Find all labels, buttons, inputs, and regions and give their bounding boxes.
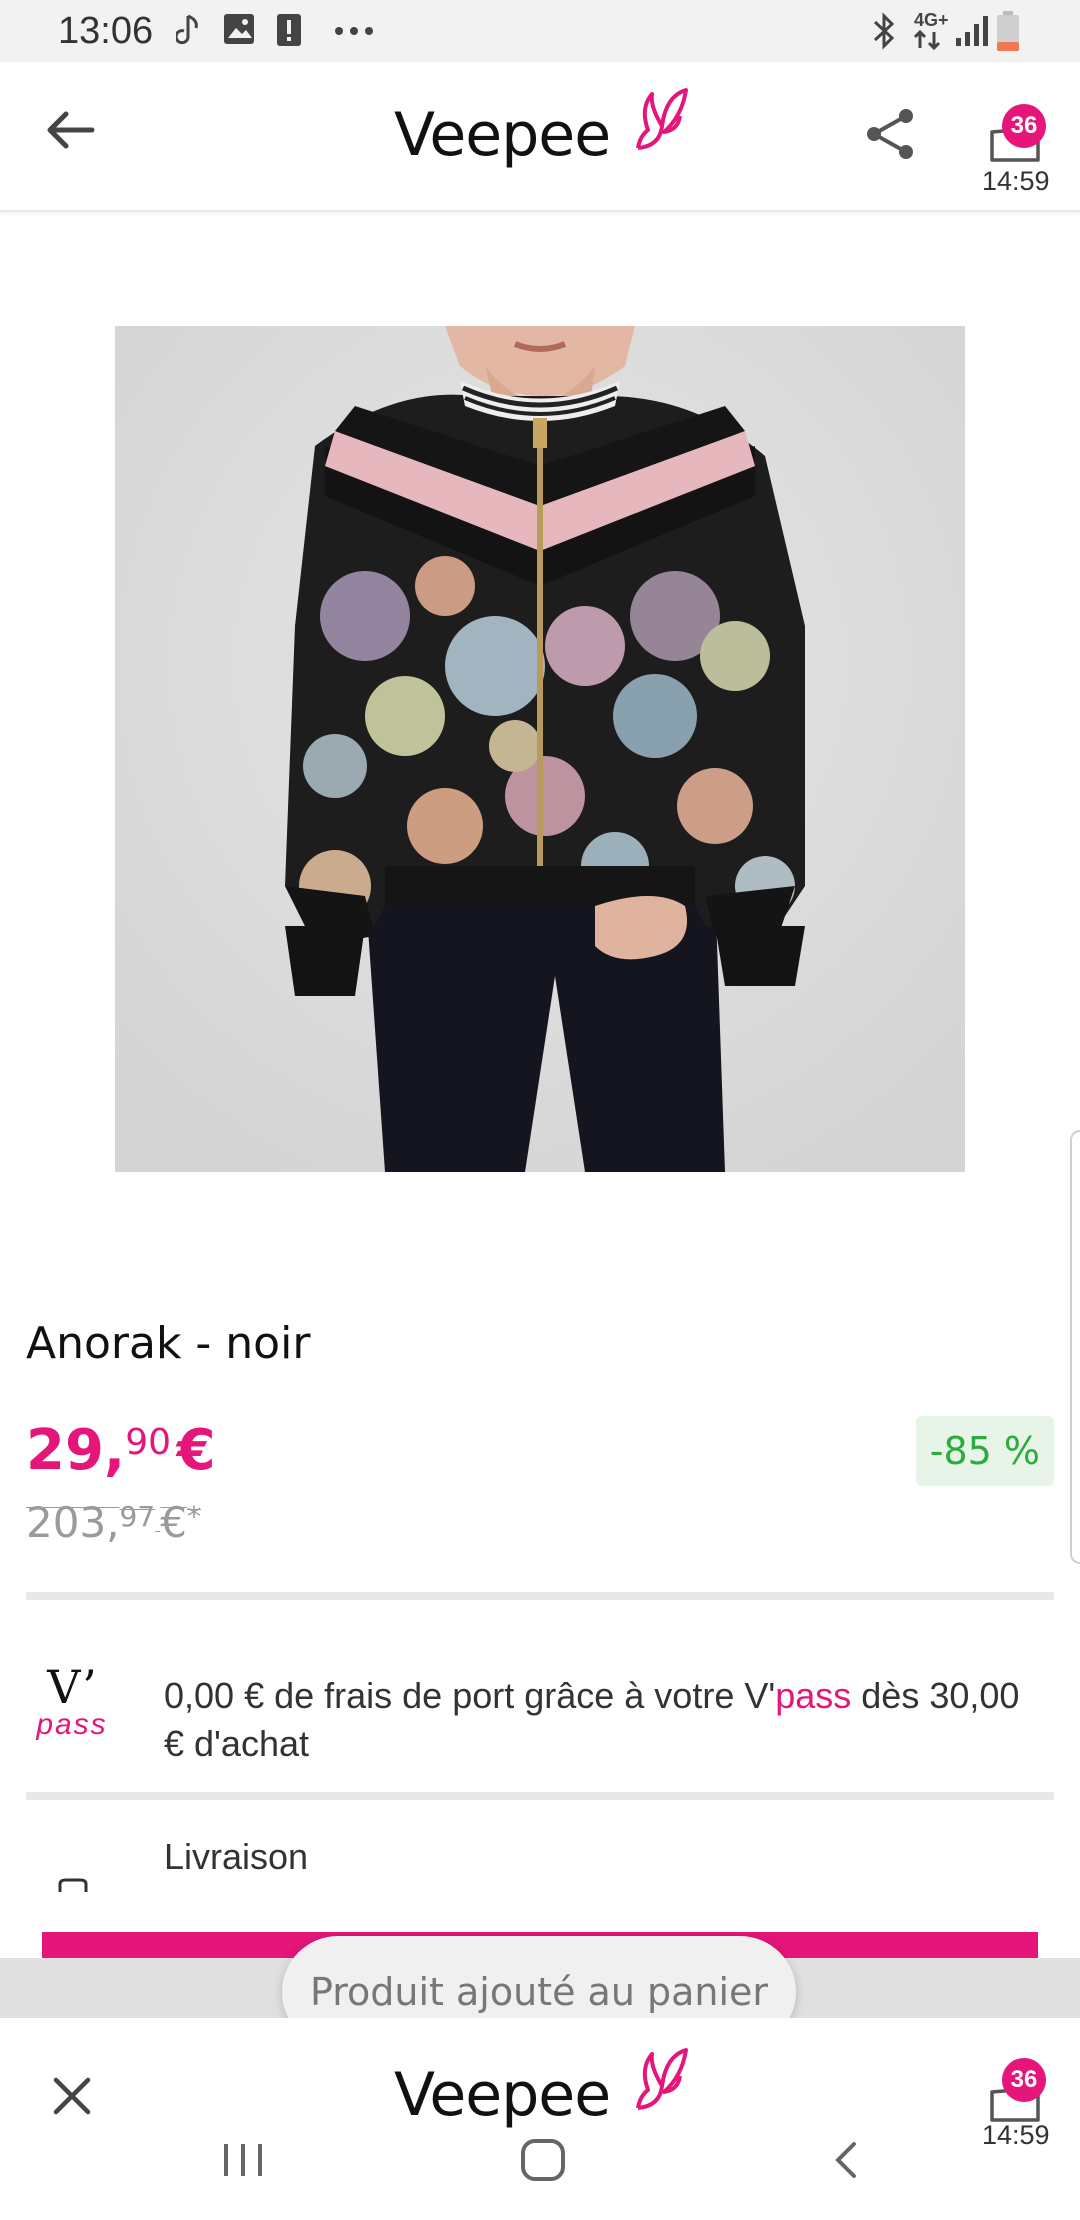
image-icon: [224, 14, 254, 44]
vpass-text-pink: pass: [775, 1675, 852, 1716]
more-dots-icon: [335, 27, 373, 35]
price-currency: €: [176, 1418, 216, 1483]
old-price-mark: *: [186, 1500, 201, 1533]
product-title: Anorak - noir: [26, 1318, 311, 1369]
system-nav-bar: [0, 2128, 1080, 2220]
cart-button[interactable]: 36 14:59: [978, 98, 1058, 202]
vpass-logo: V’ pass: [24, 1664, 120, 1740]
price-integer: 29,: [26, 1418, 126, 1483]
signal-icon: [956, 16, 988, 46]
divider: [26, 1792, 1054, 1800]
brand-name: Veepee: [394, 100, 611, 170]
vpass-logo-v: V’: [47, 1660, 97, 1714]
butterfly-logo-icon: [636, 2048, 688, 2110]
butterfly-logo-icon: [636, 88, 688, 150]
cart-count-badge-bottom: 36: [1002, 2058, 1046, 2102]
bluetooth-icon: [873, 12, 895, 50]
music-note-icon: [176, 14, 198, 45]
close-icon[interactable]: [52, 2076, 92, 2116]
old-price-decimals: 97: [119, 1500, 156, 1533]
delivery-label[interactable]: Livraison: [164, 1836, 308, 1878]
brand-name-bottom: Veepee: [394, 2060, 611, 2130]
delivery-icon: [58, 1878, 88, 1892]
current-price: 29,90 €: [26, 1418, 216, 1483]
old-price-integer: 203,: [26, 1498, 120, 1547]
data-arrows-icon: [913, 30, 941, 50]
vpass-text-before: 0,00 € de frais de port grâce à votre V': [164, 1675, 776, 1716]
app-header: Veepee 36 14:59: [0, 62, 1080, 212]
old-price-currency: €: [160, 1498, 187, 1547]
divider: [26, 1592, 1054, 1600]
recent-apps-icon[interactable]: [222, 2140, 264, 2180]
product-photo: [115, 326, 965, 1172]
battery-icon: [997, 11, 1019, 51]
status-bar: 13:06 4G+: [0, 0, 1080, 62]
alert-icon: [277, 14, 301, 46]
vpass-shipping-info: 0,00 € de frais de port grâce à votre V'…: [164, 1672, 1044, 1768]
vpass-logo-word: pass: [36, 1708, 108, 1741]
cart-count-badge: 36: [1002, 104, 1046, 148]
status-time: 13:06: [58, 10, 154, 52]
back-arrow-icon[interactable]: [44, 108, 96, 152]
product-image[interactable]: [115, 326, 965, 1172]
original-price: 203,97 €*: [26, 1498, 201, 1547]
4g-icon: 4G+: [914, 10, 949, 30]
back-nav-icon[interactable]: [830, 2140, 860, 2180]
discount-badge: -85 %: [915, 1416, 1054, 1486]
edge-panel-handle[interactable]: [1070, 1130, 1080, 1564]
share-icon[interactable]: [862, 106, 918, 162]
home-icon[interactable]: [520, 2138, 566, 2182]
price-decimals: 90: [125, 1422, 172, 1463]
cart-timer: 14:59: [982, 166, 1050, 196]
brand-logo: Veepee: [394, 88, 694, 186]
